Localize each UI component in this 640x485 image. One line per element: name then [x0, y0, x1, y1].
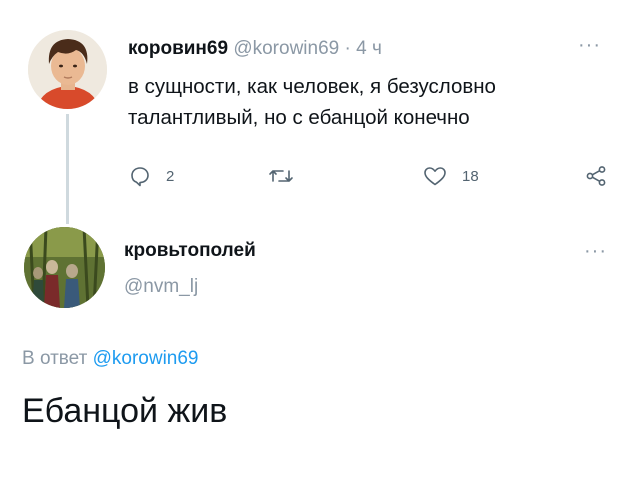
author-name[interactable]: кровьтополей [124, 240, 256, 262]
author-handle[interactable]: @nvm_lj [124, 276, 198, 298]
user-photo-icon [28, 30, 107, 109]
user-photo-icon [24, 227, 105, 308]
separator: · [344, 38, 351, 59]
tweet-text-line: в сущности, как человек, я безусловно [128, 75, 496, 98]
share-icon [586, 166, 606, 186]
timestamp[interactable]: 4 ч [356, 38, 382, 59]
reply-count: 2 [166, 167, 175, 185]
like-button[interactable]: 18 [422, 162, 479, 190]
avatar[interactable] [28, 30, 107, 109]
reply-icon [131, 167, 149, 187]
like-count: 18 [462, 167, 479, 185]
reply-context: В ответ @korowin69 [22, 348, 199, 370]
more-options-button[interactable]: ··· [584, 240, 607, 263]
thread-line [66, 114, 69, 224]
mention-link[interactable]: @korowin69 [93, 348, 199, 369]
retweet-button[interactable] [268, 162, 294, 190]
heart-icon [424, 167, 446, 186]
reply-button[interactable]: 2 [128, 162, 174, 190]
share-button[interactable] [584, 162, 608, 190]
author-handle[interactable]: @korowin69 [233, 38, 339, 59]
reply-label: В ответ [22, 348, 88, 369]
more-options-button[interactable]: ··· [578, 34, 601, 57]
tweet-header: коровин69 @korowin69 · 4 ч [128, 38, 382, 60]
reply-text: Ебанцой жив [22, 392, 228, 430]
tweet-text-line: талантливый, но с ебанцой конечно [128, 106, 470, 129]
avatar[interactable] [24, 227, 105, 308]
retweet-icon [269, 170, 293, 182]
tweet-text: в сущности, как человек, я безусловно та… [128, 71, 608, 133]
author-name[interactable]: коровин69 [128, 38, 228, 59]
